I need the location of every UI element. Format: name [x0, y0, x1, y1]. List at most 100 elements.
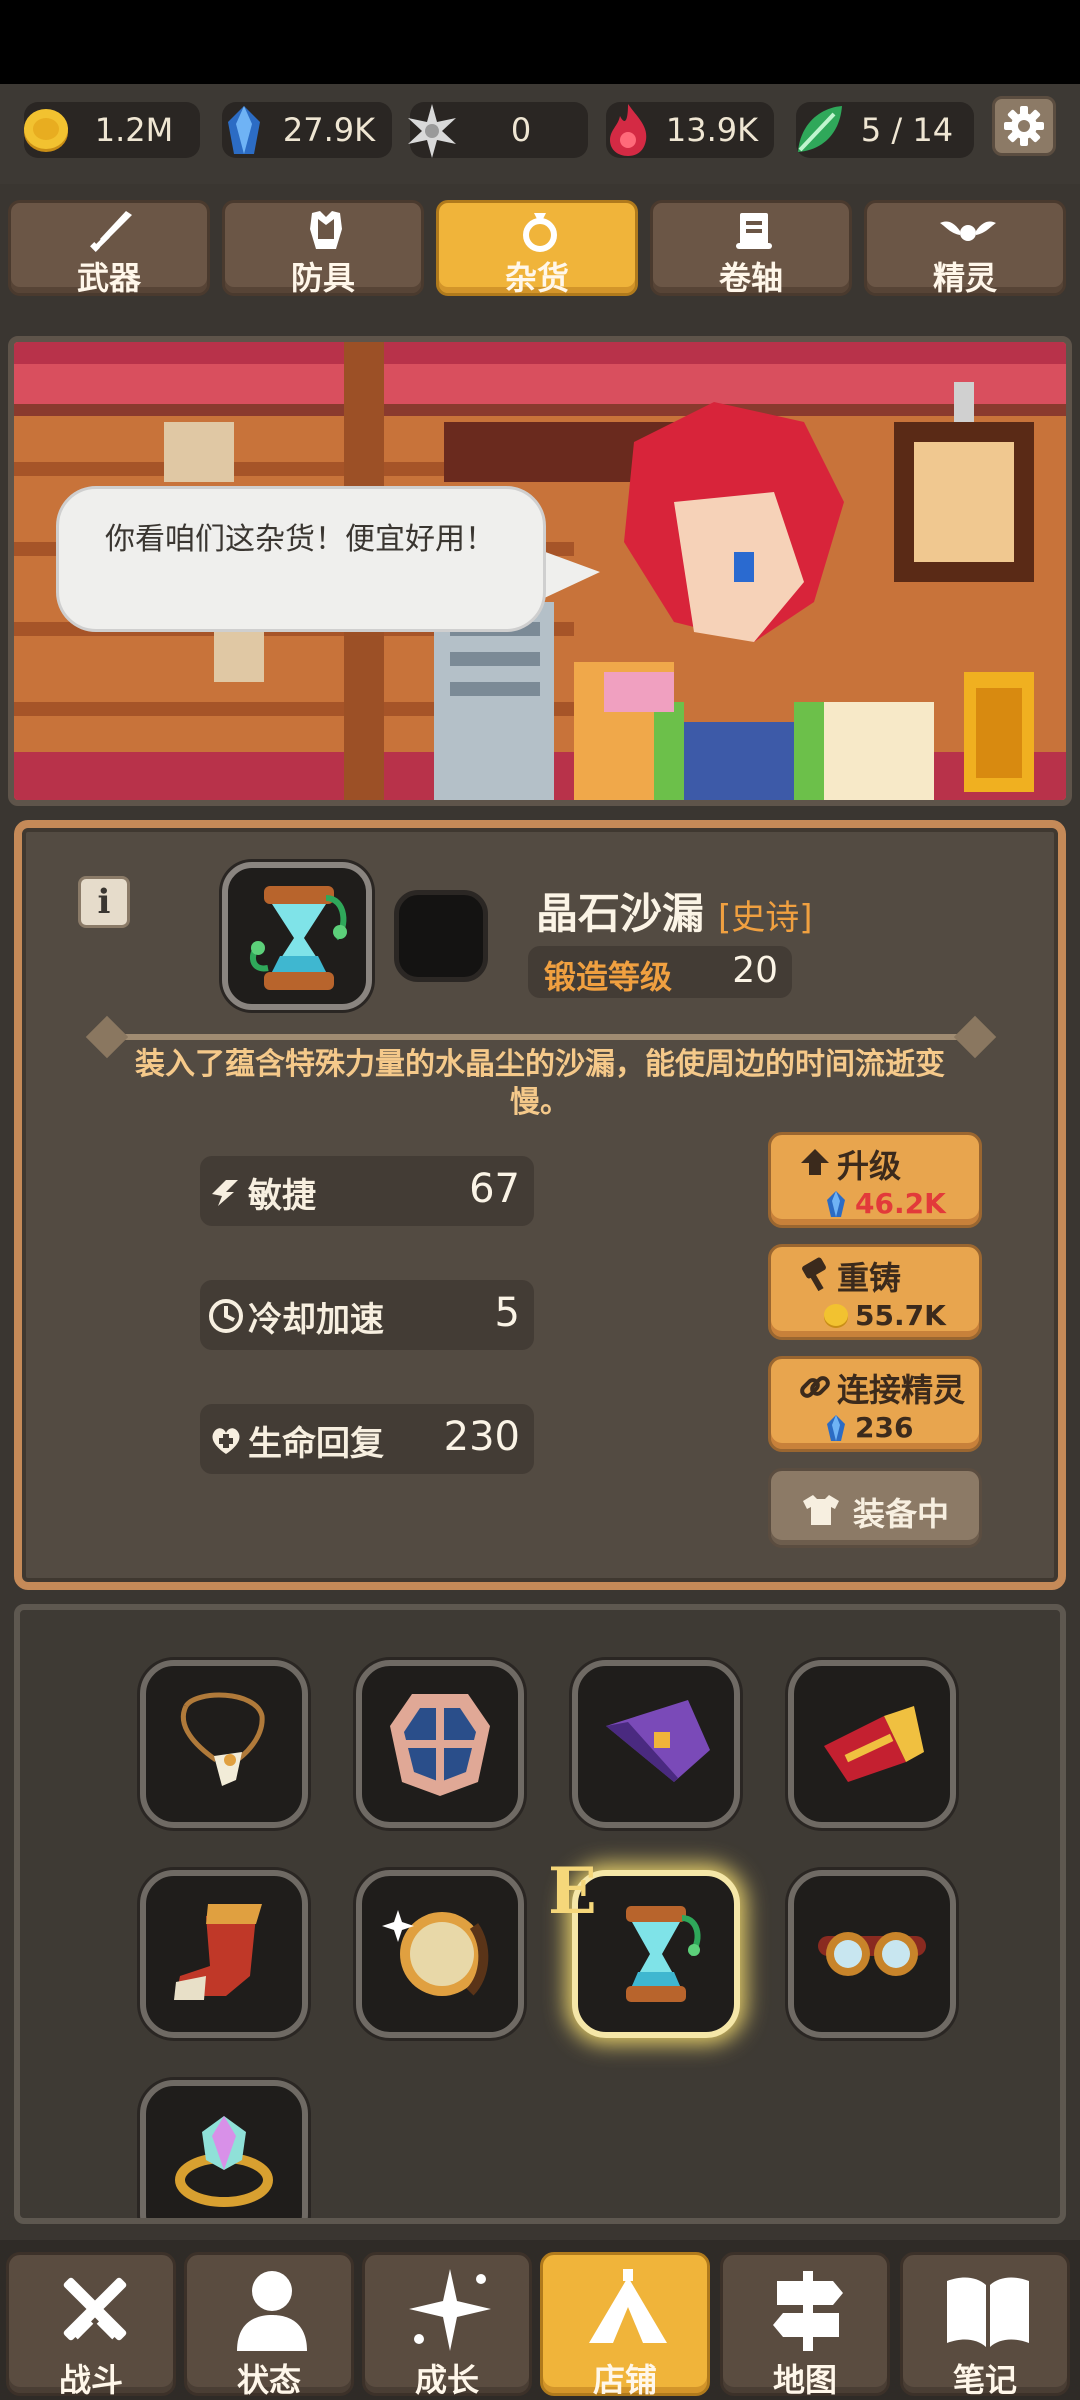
shopkeeper-dialog: 你看咱们这杂货！便宜好用！ [105, 522, 495, 557]
tab-scrolls-label: 卷轴 [718, 259, 783, 297]
inventory-slot-7[interactable] [572, 1870, 740, 2038]
stat-agility-value: 67 [469, 1166, 520, 1212]
signpost-icon [773, 2271, 843, 2351]
reforge-button[interactable]: 重铸 55.7K [768, 1244, 982, 1340]
spirit-socket[interactable] [394, 890, 488, 982]
shopkeeper-speech-bubble: 你看咱们这杂货！便宜好用！ [56, 486, 546, 632]
inventory-slot-9[interactable] [140, 2080, 308, 2218]
tab-armor[interactable]: 防具 [222, 200, 424, 297]
reforge-label: 重铸 [837, 1259, 902, 1297]
link-spirit-button[interactable]: 连接精灵 236 [768, 1356, 982, 1452]
stat-cooldown: 冷却加速 5 [200, 1280, 534, 1350]
upgrade-label: 升级 [837, 1147, 902, 1185]
selected-item-icon[interactable] [222, 862, 372, 1010]
crystal-hourglass-icon [250, 886, 347, 990]
nav-status-label: 状态 [236, 2361, 301, 2399]
ring-icon [523, 213, 557, 252]
nav-battle[interactable]: 战斗 [6, 2252, 176, 2399]
cooldown-icon [209, 1299, 243, 1333]
inventory-slot-6[interactable] [356, 1870, 524, 2038]
nav-notes[interactable]: 笔记 [900, 2252, 1070, 2399]
stat-cooldown-label: 冷却加速 [248, 1300, 384, 1340]
hammer-icon [802, 1257, 826, 1292]
nav-shop-label: 店铺 [592, 2361, 657, 2399]
inventory-slot-2[interactable] [356, 1660, 524, 1828]
crystal-hourglass-icon [626, 1906, 701, 2002]
tab-goods-label: 杂货 [504, 259, 569, 297]
item-rarity: [史诗] [718, 898, 813, 938]
sword-icon [90, 211, 132, 252]
fang-necklace-icon [180, 1692, 265, 1786]
stat-regen: 生命回复 230 [200, 1404, 534, 1474]
currency-crystal-value: 27.9K [282, 111, 376, 149]
nav-notes-label: 笔记 [952, 2361, 1017, 2399]
spirit-wings-icon [940, 221, 996, 241]
scroll-icon [736, 213, 772, 249]
stat-regen-value: 230 [443, 1414, 520, 1460]
blue-crystal-icon [228, 106, 260, 154]
tab-scrolls[interactable]: 卷轴 [650, 200, 852, 297]
upgrade-button[interactable]: 升级 46.2K [768, 1132, 982, 1228]
stat-agility-label: 敏捷 [248, 1176, 316, 1216]
currency-flame-value: 13.9K [665, 111, 759, 149]
gold-coin-icon [824, 1304, 848, 1328]
stat-regen-label: 生命回复 [248, 1424, 384, 1464]
spiked-boot-icon [174, 1904, 262, 2000]
inventory-slot-3[interactable] [572, 1660, 740, 1828]
settings-button[interactable] [992, 96, 1056, 156]
equipped-label: 装备中 [853, 1495, 950, 1533]
shirt-icon [803, 1495, 839, 1525]
agility-icon [212, 1180, 238, 1206]
tab-weapons[interactable]: 武器 [8, 200, 210, 297]
inventory-slot-8[interactable] [788, 1870, 956, 2038]
speech-bubble-tail [540, 550, 600, 600]
nav-shop[interactable]: 店铺 [540, 2252, 710, 2399]
tab-goods[interactable]: 杂货 [436, 200, 638, 297]
stat-cooldown-value: 5 [494, 1290, 520, 1336]
link-spirit-label: 连接精灵 [837, 1371, 966, 1409]
armor-icon [310, 211, 342, 249]
nav-battle-label: 战斗 [58, 2361, 123, 2399]
gem-ring-icon [175, 2116, 273, 2207]
equipped-marker: E [548, 1854, 597, 1929]
green-leaf-icon [798, 106, 842, 152]
currency-flame: 13.9K [606, 102, 774, 158]
upgrade-arrow-icon [801, 1149, 829, 1175]
goggles-icon [818, 1932, 926, 1976]
currency-star-value: 0 [510, 111, 532, 149]
heal-icon [212, 1428, 240, 1454]
book-icon [947, 2277, 1029, 2347]
shield-emblem-icon [390, 1694, 490, 1796]
inventory-slot-5[interactable] [140, 1870, 308, 2038]
currency-gold-value: 1.2M [94, 111, 174, 149]
tab-weapons-label: 武器 [76, 259, 141, 297]
person-icon [237, 2271, 307, 2351]
silver-star-icon [408, 104, 456, 158]
equipped-button[interactable]: 装备中 [768, 1468, 982, 1548]
sparkle-icon [409, 2269, 491, 2351]
gear-icon [1004, 106, 1044, 146]
stat-agility: 敏捷 67 [200, 1156, 534, 1226]
tab-armor-label: 防具 [290, 259, 355, 297]
inventory-slot-1[interactable] [140, 1660, 308, 1828]
currency-crystal: 27.9K [222, 102, 392, 158]
tab-spirits[interactable]: 精灵 [864, 200, 1066, 297]
inventory-slot-4[interactable] [788, 1660, 956, 1828]
status-bar [0, 0, 1080, 84]
mirror-icon [382, 1910, 489, 1996]
nav-map[interactable]: 地图 [720, 2252, 890, 2399]
nav-status[interactable]: 状态 [184, 2252, 354, 2399]
tab-spirits-label: 精灵 [932, 259, 997, 297]
red-flame-icon [610, 104, 647, 156]
wizard-hat-icon [606, 1700, 710, 1782]
item-name: 晶石沙漏 [536, 889, 705, 938]
blue-crystal-icon [827, 1191, 845, 1217]
inventory-grid [14, 1604, 1066, 2224]
forge-level-box: 锻造等级 20 [528, 946, 792, 998]
info-button[interactable]: i [78, 876, 130, 928]
divider [90, 1034, 990, 1040]
item-description: 装入了蕴含特殊力量的水晶尘的沙漏，能使周边的时间流逝变慢。 [135, 1047, 945, 1120]
nav-growth[interactable]: 成长 [362, 2252, 532, 2399]
reforge-cost: 55.7K [855, 1299, 946, 1332]
upgrade-cost: 46.2K [855, 1187, 946, 1220]
